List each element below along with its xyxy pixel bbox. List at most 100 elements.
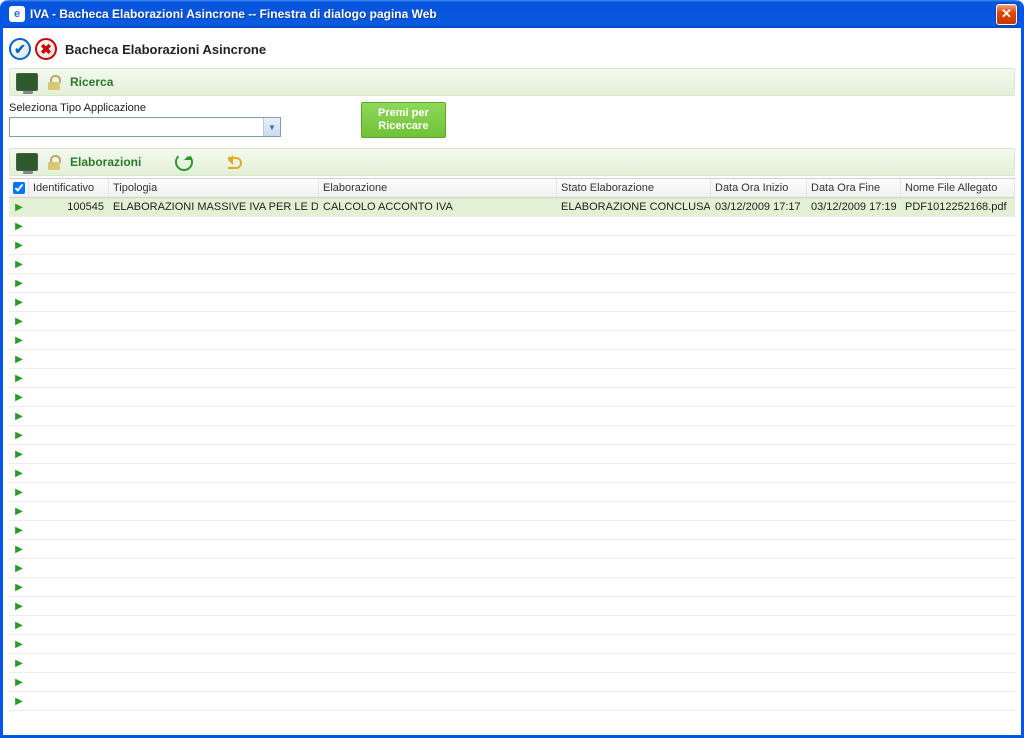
row-expand-icon[interactable]: ▶: [9, 350, 29, 368]
cell-inizio: [711, 350, 807, 368]
col-fine[interactable]: Data Ora Fine: [807, 179, 901, 197]
table-row[interactable]: ▶100545ELABORAZIONI MASSIVE IVA PER LE D…: [9, 198, 1015, 217]
cell-elaborazione: CALCOLO ACCONTO IVA: [319, 198, 557, 216]
row-expand-icon[interactable]: ▶: [9, 597, 29, 615]
table-row[interactable]: ▶: [9, 426, 1015, 445]
table-row[interactable]: ▶: [9, 369, 1015, 388]
row-expand-icon[interactable]: ▶: [9, 369, 29, 387]
cell-id: [29, 654, 109, 672]
confirm-button[interactable]: ✔: [9, 38, 31, 60]
col-identificativo[interactable]: Identificativo: [29, 179, 109, 197]
cell-inizio: [711, 388, 807, 406]
table-body: ▶100545ELABORAZIONI MASSIVE IVA PER LE D…: [9, 198, 1015, 711]
cancel-button[interactable]: ✖: [35, 38, 57, 60]
row-expand-icon[interactable]: ▶: [9, 407, 29, 425]
row-expand-icon[interactable]: ▶: [9, 274, 29, 292]
row-expand-icon[interactable]: ▶: [9, 255, 29, 273]
table-row[interactable]: ▶: [9, 255, 1015, 274]
row-expand-icon[interactable]: ▶: [9, 293, 29, 311]
row-expand-icon[interactable]: ▶: [9, 540, 29, 558]
row-expand-icon[interactable]: ▶: [9, 331, 29, 349]
cell-inizio: [711, 217, 807, 235]
row-expand-icon[interactable]: ▶: [9, 312, 29, 330]
table-row[interactable]: ▶: [9, 559, 1015, 578]
row-expand-icon[interactable]: ▶: [9, 635, 29, 653]
cell-file: [901, 407, 1015, 425]
row-expand-icon[interactable]: ▶: [9, 616, 29, 634]
cell-fine: [807, 483, 901, 501]
row-expand-icon[interactable]: ▶: [9, 464, 29, 482]
table-row[interactable]: ▶: [9, 388, 1015, 407]
row-expand-icon[interactable]: ▶: [9, 559, 29, 577]
search-area: Seleziona Tipo Applicazione ▼ Premi per …: [9, 96, 1015, 144]
table-row[interactable]: ▶: [9, 616, 1015, 635]
cell-tipologia: [109, 483, 319, 501]
table-row[interactable]: ▶: [9, 312, 1015, 331]
cell-inizio: [711, 673, 807, 691]
table-row[interactable]: ▶: [9, 692, 1015, 711]
table-row[interactable]: ▶: [9, 350, 1015, 369]
table-row[interactable]: ▶: [9, 578, 1015, 597]
chevron-down-icon[interactable]: ▼: [263, 118, 280, 136]
row-expand-icon[interactable]: ▶: [9, 673, 29, 691]
col-tipologia[interactable]: Tipologia: [109, 179, 319, 197]
table-row[interactable]: ▶: [9, 464, 1015, 483]
col-inizio[interactable]: Data Ora Inizio: [711, 179, 807, 197]
cell-fine: [807, 331, 901, 349]
table-row[interactable]: ▶: [9, 654, 1015, 673]
table-row[interactable]: ▶: [9, 217, 1015, 236]
row-expand-icon[interactable]: ▶: [9, 692, 29, 710]
table-row[interactable]: ▶: [9, 274, 1015, 293]
cell-stato: [557, 464, 711, 482]
refresh-icon[interactable]: [175, 153, 193, 171]
select-all-cell: [9, 179, 29, 197]
row-expand-icon[interactable]: ▶: [9, 217, 29, 235]
row-expand-icon[interactable]: ▶: [9, 426, 29, 444]
select-all-checkbox[interactable]: [13, 182, 25, 194]
cell-file: [901, 673, 1015, 691]
cell-tipologia: [109, 502, 319, 520]
cell-id: [29, 616, 109, 634]
row-expand-icon[interactable]: ▶: [9, 654, 29, 672]
table-row[interactable]: ▶: [9, 293, 1015, 312]
table-row[interactable]: ▶: [9, 445, 1015, 464]
col-stato[interactable]: Stato Elaborazione: [557, 179, 711, 197]
table-row[interactable]: ▶: [9, 502, 1015, 521]
close-button[interactable]: ✕: [996, 4, 1017, 25]
col-elaborazione[interactable]: Elaborazione: [319, 179, 557, 197]
cell-elaborazione: [319, 559, 557, 577]
table-row[interactable]: ▶: [9, 236, 1015, 255]
row-expand-icon[interactable]: ▶: [9, 445, 29, 463]
table-row[interactable]: ▶: [9, 673, 1015, 692]
cell-file: [901, 255, 1015, 273]
table-row[interactable]: ▶: [9, 635, 1015, 654]
row-expand-icon[interactable]: ▶: [9, 483, 29, 501]
table-row[interactable]: ▶: [9, 483, 1015, 502]
search-button[interactable]: Premi per Ricercare: [361, 102, 446, 138]
cell-tipologia: [109, 350, 319, 368]
cell-elaborazione: [319, 407, 557, 425]
row-expand-icon[interactable]: ▶: [9, 388, 29, 406]
table-row[interactable]: ▶: [9, 407, 1015, 426]
app-type-dropdown[interactable]: ▼: [9, 117, 281, 137]
table-row[interactable]: ▶: [9, 331, 1015, 350]
cell-id: [29, 597, 109, 615]
col-file[interactable]: Nome File Allegato: [901, 179, 1015, 197]
cell-elaborazione: [319, 388, 557, 406]
cell-tipologia: [109, 274, 319, 292]
row-expand-icon[interactable]: ▶: [9, 521, 29, 539]
cell-file: [901, 445, 1015, 463]
undo-icon[interactable]: [223, 155, 243, 169]
table-row[interactable]: ▶: [9, 597, 1015, 616]
cell-stato: [557, 236, 711, 254]
cell-fine: [807, 255, 901, 273]
row-expand-icon[interactable]: ▶: [9, 198, 29, 216]
cell-file: [901, 369, 1015, 387]
row-expand-icon[interactable]: ▶: [9, 502, 29, 520]
table-row[interactable]: ▶: [9, 521, 1015, 540]
row-expand-icon[interactable]: ▶: [9, 578, 29, 596]
cell-tipologia: [109, 464, 319, 482]
table-row[interactable]: ▶: [9, 540, 1015, 559]
cell-tipologia: [109, 540, 319, 558]
row-expand-icon[interactable]: ▶: [9, 236, 29, 254]
